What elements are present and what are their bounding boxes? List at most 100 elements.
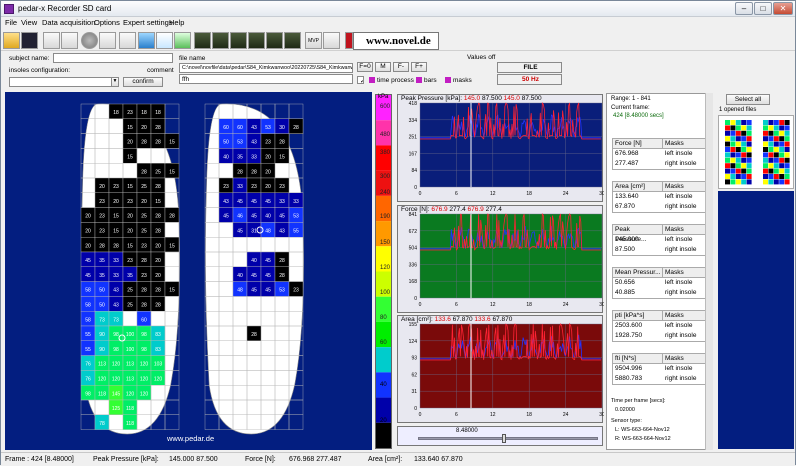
sensor-cell: [274, 103, 290, 120]
f-minus-button[interactable]: F-: [393, 62, 409, 72]
confirm-button[interactable]: confirm: [123, 77, 163, 87]
insole-side: left insole: [665, 150, 693, 157]
f0-button[interactable]: F=0: [357, 62, 373, 72]
step-last-icon[interactable]: [266, 32, 283, 49]
f-plus-button[interactable]: F+: [411, 62, 427, 72]
stat-value: 145.000: [615, 236, 639, 243]
statistics-scrollbar[interactable]: [705, 93, 713, 450]
foot-pressure-view[interactable]: 18 23 18 18 15 20 28 20 28 28 15 15 28 25 15 20 23 15 25 28…: [5, 92, 372, 450]
sensor-value: 60: [237, 125, 243, 131]
minimize-button[interactable]: –: [735, 2, 753, 15]
sensor-value: 43: [279, 228, 285, 234]
select-all-button[interactable]: Select all: [726, 94, 770, 105]
print-icon[interactable]: [43, 32, 60, 49]
sensor-value: 15: [155, 199, 161, 205]
close-button[interactable]: ✕: [773, 2, 793, 15]
m-button[interactable]: M: [375, 62, 391, 72]
sensor-value: 20: [85, 228, 91, 234]
menu-expert-settings[interactable]: Expert settings: [123, 18, 173, 27]
time-graph-0[interactable]: Peak Pressure [kPa]: 145.0 87.500 145.0 …: [397, 94, 604, 202]
print-preview-icon[interactable]: [61, 32, 78, 49]
copy-view-icon[interactable]: [138, 32, 155, 49]
comment-field[interactable]: ffh: [179, 74, 353, 84]
thumb-cell: [741, 130, 747, 136]
sensor-left: L: WS-663-664-Nov12: [615, 427, 670, 433]
status-force-value: 676.968 277.487: [289, 456, 342, 463]
sensor-value: 48: [265, 228, 271, 234]
subject-name-field[interactable]: [53, 53, 173, 63]
masks-option[interactable]: masks: [445, 77, 472, 84]
time-slider-track[interactable]: [418, 437, 598, 440]
sensor-type-label: Sensor type:: [611, 418, 642, 424]
sensor-value: 28: [141, 140, 147, 146]
menu-data-acquisition[interactable]: Data acquisition: [42, 18, 95, 27]
bars-label: bars: [424, 77, 437, 84]
sensor-value: 58: [85, 288, 91, 294]
step-back-icon[interactable]: [212, 32, 229, 49]
open-folder-icon[interactable]: [3, 32, 20, 49]
toolbar: MVP www.novel.de: [1, 29, 795, 51]
sensor-value: 43: [223, 199, 229, 205]
sensor-value: 28: [155, 302, 161, 308]
export-icon[interactable]: [345, 32, 353, 49]
loop-icon[interactable]: [284, 32, 301, 49]
thumb-cell: [735, 147, 741, 152]
menu-view[interactable]: View: [21, 18, 37, 27]
maximize-button[interactable]: □: [754, 2, 772, 15]
stat-row: 67.870 right insole: [613, 202, 707, 212]
sensor-value: 28: [113, 243, 119, 249]
thumb-cell: [741, 174, 747, 179]
sensor-value: 20: [155, 243, 161, 249]
thumb-cell: [779, 163, 785, 169]
sensor-value: 118: [126, 421, 134, 427]
bars-option[interactable]: bars: [416, 77, 437, 84]
time-process-option[interactable]: time process: [369, 77, 414, 84]
3d-view-icon[interactable]: [156, 32, 173, 49]
time-graph-1[interactable]: Force [N]: 676.9 277.4 676.9 277.4 841 672…: [397, 205, 604, 313]
sensor-value: 25: [155, 169, 161, 175]
stat-value: 5880.783: [615, 375, 643, 382]
time-slider-handle[interactable]: [502, 434, 506, 443]
thumb-cell: [779, 141, 785, 147]
sensor-value: 98: [85, 391, 91, 397]
novel-link[interactable]: www.novel.de: [353, 32, 439, 50]
sensor-value: 43: [113, 302, 119, 308]
sensor-value: 28: [155, 125, 161, 131]
menu-file[interactable]: File: [5, 18, 17, 27]
status-bar: Frame : 424 [8.48000] Peak Pressure [kPa…: [1, 452, 795, 466]
thumb-cell: [746, 174, 752, 179]
trigger-icon[interactable]: [119, 32, 136, 49]
sensor-value: 45: [265, 288, 271, 294]
insole-side: right insole: [665, 289, 697, 296]
pause-icon[interactable]: [99, 32, 116, 49]
grid-view-icon[interactable]: [174, 32, 191, 49]
thumb-cell: [725, 163, 730, 169]
thumb-cell: [773, 120, 779, 125]
step-forward-icon[interactable]: [248, 32, 265, 49]
record-icon[interactable]: [81, 32, 98, 49]
insoles-config-select[interactable]: [9, 77, 117, 87]
menu-options[interactable]: Options: [94, 18, 120, 27]
graph-xtick: 0: [419, 302, 422, 308]
insoles-config-label: insoles configuration:: [9, 67, 71, 74]
thumb-cell: [763, 179, 768, 185]
sensor-value: 20: [85, 214, 91, 220]
time-graph-2[interactable]: Area [cm²]: 133.6 67.870 133.6 67.870 155…: [397, 315, 604, 423]
sensor-value: 83: [155, 332, 161, 338]
chevron-down-icon[interactable]: ▼: [111, 77, 119, 87]
thumb-cell: [730, 163, 736, 169]
tools-icon[interactable]: [323, 32, 340, 49]
sensor-value: 35: [99, 273, 105, 279]
menu-help[interactable]: Help: [169, 18, 184, 27]
stat-value: 67.870: [615, 203, 635, 210]
save-disk-icon[interactable]: [21, 32, 38, 49]
file-thumbnail[interactable]: [718, 115, 794, 189]
step-first-icon[interactable]: [194, 32, 211, 49]
thumb-cell: [768, 179, 774, 185]
mvp-button[interactable]: MVP: [305, 32, 322, 49]
thumb-cell: [784, 125, 790, 131]
time-process-checkbox[interactable]: ✓: [357, 76, 364, 84]
play-icon[interactable]: [230, 32, 247, 49]
sensor-value: 113: [126, 376, 134, 382]
thumb-cell: [768, 152, 774, 158]
